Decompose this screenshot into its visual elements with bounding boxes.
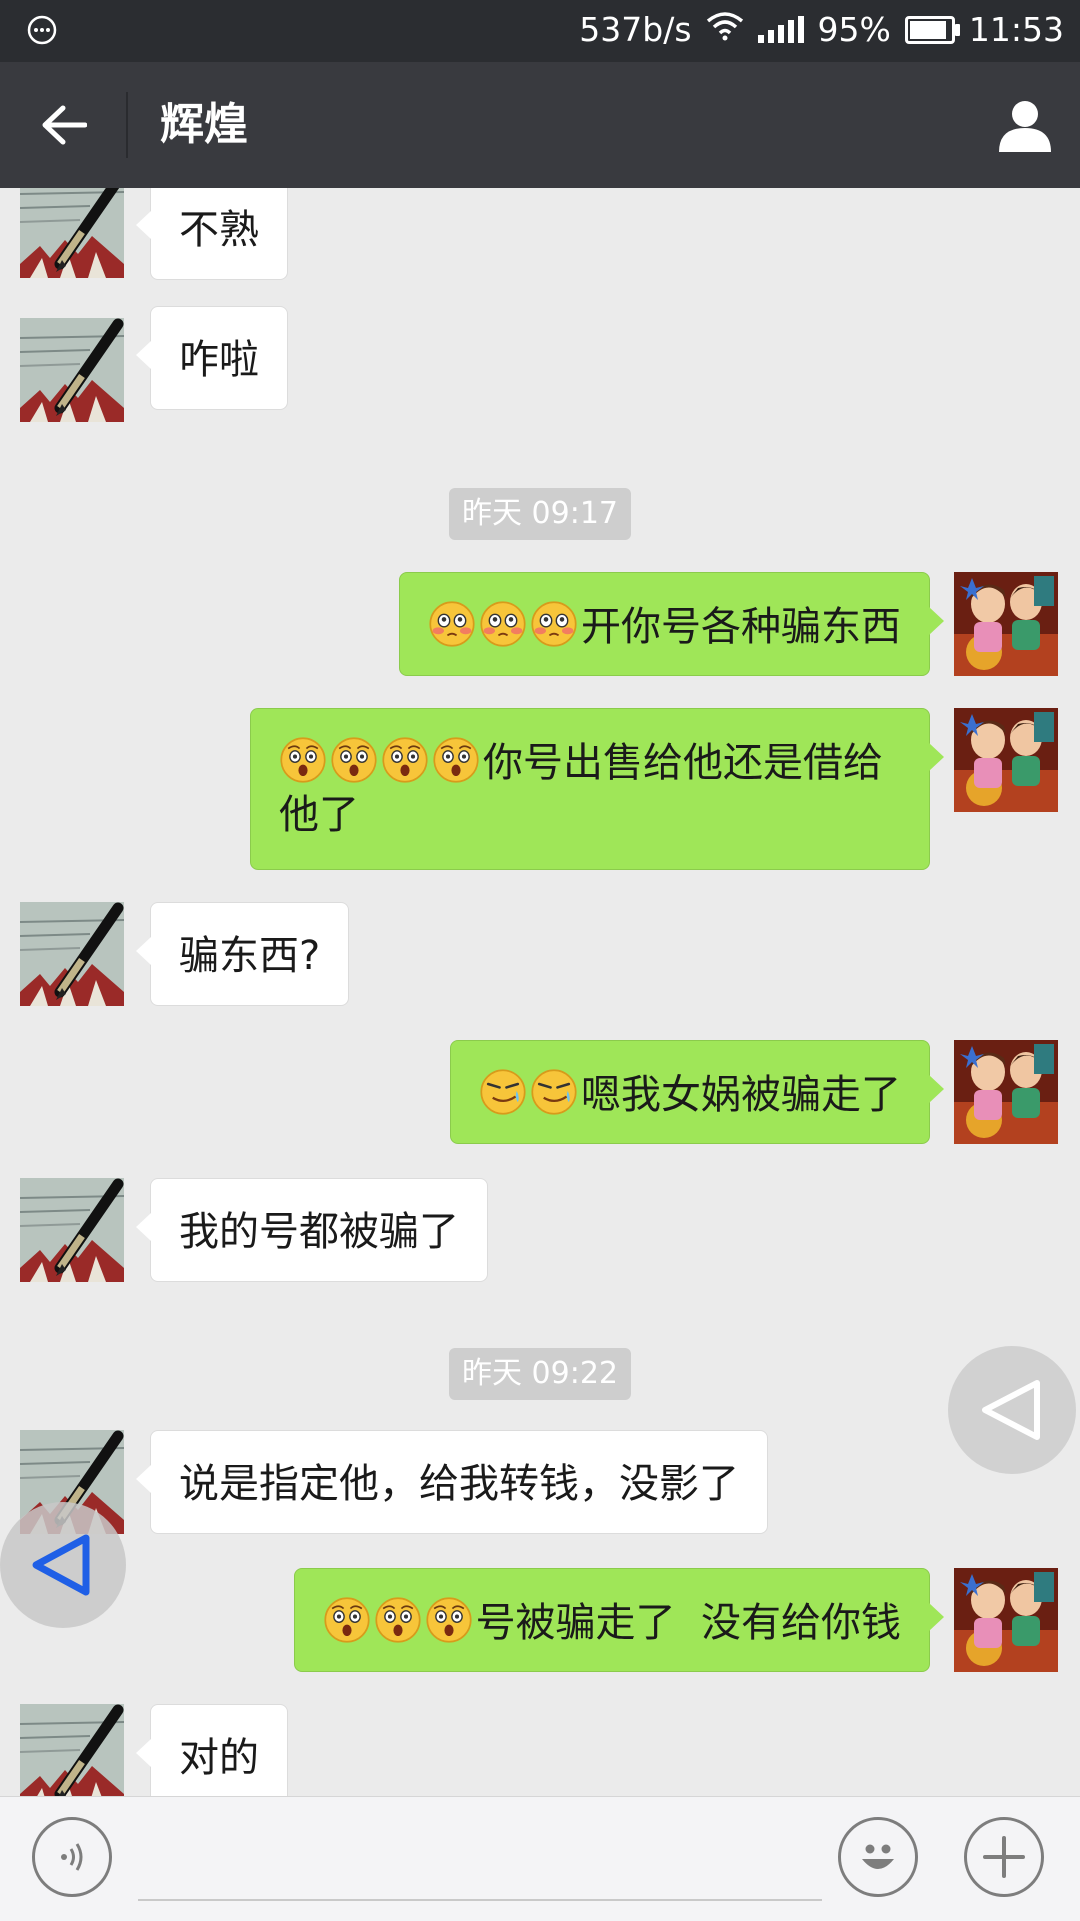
- surprised-emoji-icon: [374, 1596, 422, 1644]
- blush-emoji-icon: [428, 600, 476, 648]
- message-text: 你号出售给他还是借给: [483, 740, 883, 786]
- surprised-emoji-icon: [425, 1596, 473, 1644]
- surprised-emoji-icon: [330, 736, 378, 784]
- message-text: 骗东西?: [179, 933, 321, 979]
- my-avatar[interactable]: [954, 708, 1058, 812]
- timestamp: 昨天 09:22: [449, 1348, 631, 1400]
- title-bar: 辉煌: [0, 62, 1080, 188]
- smirk-emoji-icon: [530, 1068, 578, 1116]
- my-avatar[interactable]: [954, 1568, 1058, 1672]
- arrow-left-icon: [42, 105, 87, 145]
- blush-emoji-icon: [530, 600, 578, 648]
- wifi-icon: [706, 10, 744, 49]
- message-text: 不熟: [179, 207, 259, 253]
- blush-emoji-icon: [479, 600, 527, 648]
- back-button[interactable]: [26, 94, 102, 156]
- more-dots-icon: [26, 14, 58, 54]
- message-text: 我的号都被骗了: [179, 1209, 459, 1255]
- message-input[interactable]: [138, 1827, 822, 1901]
- smile-icon: [862, 1844, 894, 1869]
- more-button[interactable]: [964, 1817, 1044, 1897]
- page-title: 辉煌: [160, 99, 248, 150]
- clock: 11:53: [968, 10, 1064, 49]
- voice-icon: [61, 1843, 83, 1871]
- message-text: 说是指定他，给我转钱，没影了: [179, 1461, 739, 1507]
- message-bubble-outgoing[interactable]: 嗯我女娲被骗走了: [450, 1040, 944, 1144]
- message-text: 号被骗走了 没有给你钱: [475, 1600, 901, 1646]
- voice-button[interactable]: [32, 1817, 112, 1897]
- message-bubble-outgoing[interactable]: 开你号各种骗东西: [399, 572, 944, 676]
- surprised-emoji-icon: [323, 1596, 371, 1644]
- signal-icon: [757, 15, 804, 43]
- message-list[interactable]: 不熟 咋啦 昨天 09:17 开你号各种骗东西 你号出售给他还是借给他了 骗东西…: [0, 188, 1080, 1796]
- plus-icon: [983, 1836, 1025, 1878]
- contact-avatar[interactable]: [20, 1704, 124, 1796]
- floating-back-button[interactable]: [0, 1502, 126, 1628]
- message-text-continued: 他了: [279, 792, 359, 838]
- title-divider: [126, 92, 128, 158]
- status-bar: 537b/s 95% 11:53: [0, 0, 1080, 62]
- message-bubble-incoming[interactable]: 我的号都被骗了: [136, 1178, 488, 1282]
- input-bar: [0, 1796, 1080, 1921]
- emoji-button[interactable]: [838, 1817, 918, 1897]
- contact-avatar[interactable]: [20, 188, 124, 278]
- message-bubble-outgoing[interactable]: 号被骗走了 没有给你钱: [293, 1568, 945, 1672]
- message-bubble-incoming[interactable]: 骗东西?: [135, 902, 350, 1006]
- chat-info-button[interactable]: [992, 94, 1058, 156]
- battery-percent: 95%: [817, 10, 891, 49]
- my-avatar[interactable]: [954, 1040, 1058, 1144]
- contact-avatar[interactable]: [20, 318, 124, 422]
- message-bubble-incoming[interactable]: 说是指定他，给我转钱，没影了: [136, 1430, 768, 1534]
- message-bubble-outgoing[interactable]: 你号出售给他还是借给他了: [250, 708, 944, 870]
- surprised-emoji-icon: [279, 736, 327, 784]
- surprised-emoji-icon: [381, 736, 429, 784]
- surprised-emoji-icon: [432, 736, 480, 784]
- triangle-left-icon: [32, 1534, 90, 1596]
- contact-avatar[interactable]: [20, 1178, 124, 1282]
- timestamp: 昨天 09:17: [449, 488, 631, 540]
- message-text: 咋啦: [179, 337, 259, 383]
- person-icon: [999, 101, 1051, 152]
- battery-icon: [904, 15, 960, 44]
- floating-back-button[interactable]: [948, 1346, 1076, 1474]
- my-avatar[interactable]: [954, 572, 1058, 676]
- triangle-left-icon: [982, 1380, 1040, 1440]
- message-bubble-incoming[interactable]: 对的: [136, 1704, 288, 1796]
- smirk-emoji-icon: [479, 1068, 527, 1116]
- contact-avatar[interactable]: [20, 902, 124, 1006]
- message-bubble-incoming[interactable]: 不熟: [136, 188, 288, 280]
- message-bubble-incoming[interactable]: 咋啦: [136, 306, 288, 410]
- message-text: 开你号各种骗东西: [581, 604, 901, 650]
- message-text: 嗯我女娲被骗走了: [581, 1072, 901, 1118]
- network-speed: 537b/s: [579, 10, 692, 49]
- message-text: 对的: [179, 1735, 259, 1781]
